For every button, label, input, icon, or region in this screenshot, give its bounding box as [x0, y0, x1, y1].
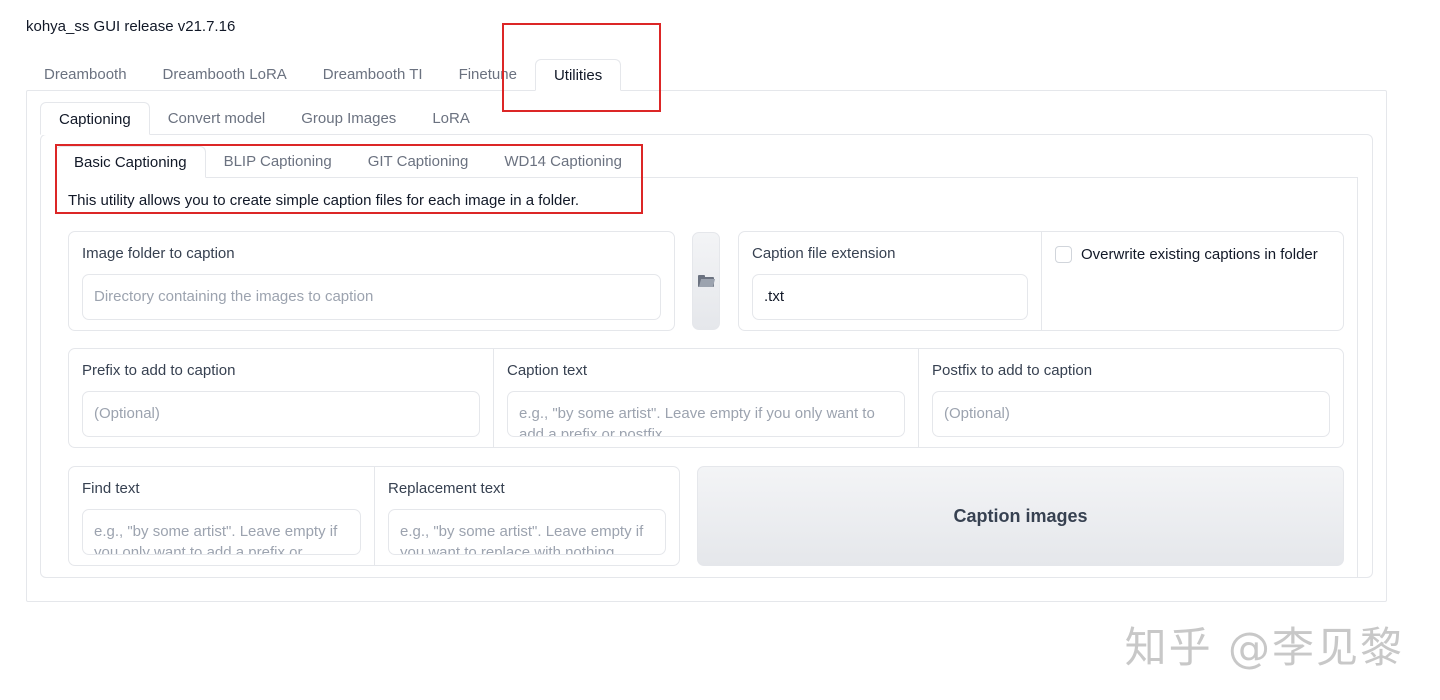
- tab-group-images[interactable]: Group Images: [283, 102, 414, 135]
- overwrite-label: Overwrite existing captions in folder: [1081, 246, 1318, 263]
- column-divider: [918, 349, 919, 447]
- tab-git-captioning[interactable]: GIT Captioning: [350, 146, 487, 178]
- caption-images-button[interactable]: Caption images: [697, 466, 1344, 566]
- replacement-text-input[interactable]: e.g., "by some artist". Leave empty if y…: [388, 509, 666, 555]
- caption-text-label: Caption text: [507, 362, 588, 379]
- inner-panel-edge: [1357, 177, 1358, 577]
- caption-ext-input[interactable]: .txt: [752, 274, 1028, 320]
- top-tab-bar: Dreambooth Dreambooth LoRA Dreambooth TI…: [26, 59, 622, 91]
- tab-basic-captioning[interactable]: Basic Captioning: [55, 146, 206, 178]
- tab-convert-model[interactable]: Convert model: [150, 102, 284, 135]
- app-title: kohya_ss GUI release v21.7.16: [26, 18, 236, 35]
- image-folder-input[interactable]: Directory containing the images to capti…: [82, 274, 661, 320]
- column-divider: [1041, 232, 1042, 330]
- caption-text-group: Prefix to add to caption (Optional) Capt…: [68, 348, 1344, 448]
- image-folder-label: Image folder to caption: [82, 245, 235, 262]
- utilities-tab-bar: Captioning Convert model Group Images Lo…: [40, 102, 488, 135]
- tab-blip-captioning[interactable]: BLIP Captioning: [206, 146, 350, 178]
- tab-finetune[interactable]: Finetune: [441, 59, 535, 91]
- find-text-label: Find text: [82, 480, 140, 497]
- prefix-input[interactable]: (Optional): [82, 391, 480, 437]
- folder-icon: [698, 275, 716, 287]
- image-folder-group: Image folder to caption Directory contai…: [68, 231, 675, 331]
- column-divider: [374, 467, 375, 565]
- tab-utilities[interactable]: Utilities: [534, 59, 622, 91]
- tab-lora[interactable]: LoRA: [414, 102, 488, 135]
- find-text-input[interactable]: e.g., "by some artist". Leave empty if y…: [82, 509, 361, 555]
- watermark: 知乎 @李见黎: [1124, 623, 1404, 672]
- captioning-tab-bar: Basic Captioning BLIP Captioning GIT Cap…: [55, 146, 640, 178]
- caption-ext-label: Caption file extension: [752, 245, 896, 262]
- tab-captioning[interactable]: Captioning: [40, 102, 150, 135]
- find-replace-group: Find text e.g., "by some artist". Leave …: [68, 466, 680, 566]
- tab-wd14-captioning[interactable]: WD14 Captioning: [486, 146, 640, 178]
- caption-ext-group: Caption file extension .txt Overwrite ex…: [738, 231, 1344, 331]
- tab-dreambooth-lora[interactable]: Dreambooth LoRA: [145, 59, 305, 91]
- replacement-text-label: Replacement text: [388, 480, 505, 497]
- utility-description: This utility allows you to create simple…: [68, 192, 580, 209]
- caption-text-input[interactable]: e.g., "by some artist". Leave empty if y…: [507, 391, 905, 437]
- prefix-label: Prefix to add to caption: [82, 362, 236, 379]
- open-folder-button[interactable]: [692, 232, 720, 330]
- tab-dreambooth-ti[interactable]: Dreambooth TI: [305, 59, 441, 91]
- postfix-label: Postfix to add to caption: [932, 362, 1093, 379]
- tab-dreambooth[interactable]: Dreambooth: [26, 59, 145, 91]
- column-divider: [493, 349, 494, 447]
- overwrite-checkbox[interactable]: [1055, 246, 1072, 263]
- postfix-input[interactable]: (Optional): [932, 391, 1330, 437]
